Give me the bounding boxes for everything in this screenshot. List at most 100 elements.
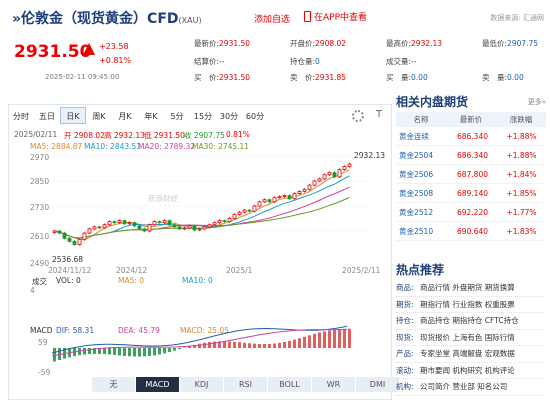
change-value: +23.58: [99, 42, 129, 51]
candle: [227, 218, 232, 223]
hot-category: 产品:: [396, 349, 414, 358]
more-link[interactable]: 更多»: [528, 92, 546, 112]
quote-field-label: 卖 量:: [482, 73, 508, 82]
candle: [327, 172, 332, 176]
hot-category: 滚动:: [396, 365, 414, 375]
macd-bar: [143, 348, 146, 357]
futures-row[interactable]: 黄金2506 687.800 +1.84%: [396, 165, 546, 184]
candle: [87, 228, 92, 234]
tab-indicator[interactable]: BOLL: [268, 377, 312, 392]
candle: [207, 224, 212, 228]
candle: [197, 228, 202, 231]
tab-indicator[interactable]: DMI: [356, 377, 400, 392]
macd-bar: [268, 343, 271, 348]
candle: [97, 226, 102, 229]
up-arrow-icon: [83, 43, 95, 55]
candle: [52, 230, 57, 234]
candle: [192, 225, 197, 231]
futures-row[interactable]: 黄金连续 686.340 +1.88%: [396, 127, 546, 146]
tab-period[interactable]: 五日: [34, 107, 60, 124]
tab-indicator[interactable]: MACD: [136, 377, 180, 392]
candle: [302, 188, 307, 192]
candle: [272, 197, 277, 203]
candle: [252, 205, 257, 212]
tab-period[interactable]: 60分: [242, 107, 268, 124]
futures-row[interactable]: 黄金2512 692.220 +1.77%: [396, 203, 546, 222]
macd-bar: [53, 348, 56, 362]
tab-indicator[interactable]: RSI: [224, 377, 268, 392]
candle: [137, 225, 142, 230]
hot-links[interactable]: 商品持仓 期指持仓 CFTC持仓: [420, 313, 519, 329]
quote-field-label: 最高价:: [386, 39, 412, 48]
quote-field: 开盘价:2908.02: [290, 38, 346, 49]
macd-bar: [278, 342, 281, 348]
add-watchlist-link[interactable]: 添加自选: [254, 12, 290, 25]
dea-line: [51, 329, 348, 357]
candle: [132, 222, 137, 227]
macd-bar: [163, 348, 166, 354]
candle: [107, 221, 112, 226]
change-percent: +0.81%: [99, 56, 132, 65]
futures-row[interactable]: 黄金2508 689.140 +1.85%: [396, 184, 546, 203]
text-size-icon[interactable]: T: [376, 109, 382, 120]
futures-name[interactable]: 黄金2512: [396, 203, 448, 221]
futures-name[interactable]: 黄金2508: [396, 184, 448, 202]
quote-field-value: 2931.85: [315, 73, 347, 82]
quote-field-value: 2932.13: [411, 39, 443, 48]
tab-period[interactable]: 年K: [138, 107, 164, 124]
hot-links[interactable]: 专家坐堂 高端解盘 宏观数据: [420, 346, 515, 362]
futures-name[interactable]: 黄金2504: [396, 146, 448, 164]
tab-indicator[interactable]: WR: [312, 377, 356, 392]
info-pct: 0.81%: [226, 130, 250, 139]
futures-name[interactable]: 黄金2510: [396, 222, 448, 240]
candle: [92, 226, 97, 230]
tab-period[interactable]: 日K: [60, 107, 86, 124]
quote-field: 持仓量:0: [290, 56, 320, 67]
futures-row[interactable]: 黄金2504 686.340 +1.88%: [396, 146, 546, 165]
tab-period[interactable]: 15分: [190, 107, 216, 124]
hot-links[interactable]: 期指行情 行业指数 权重股票: [420, 297, 515, 313]
futures-name[interactable]: 黄金2506: [396, 165, 448, 183]
tab-indicator[interactable]: 无: [92, 377, 136, 392]
futures-price: 687.800: [456, 170, 488, 179]
hot-links[interactable]: 公司简介 营业部 知名公司: [420, 379, 507, 395]
futures-price: 690.640: [456, 227, 488, 236]
hot-row: 商品: 商品行情 外盘期货 期货换算: [396, 280, 546, 297]
futures-price: 689.140: [456, 189, 488, 198]
candle: [282, 195, 287, 198]
futures-name[interactable]: 黄金连续: [396, 127, 448, 145]
hot-category: 现货:: [396, 332, 414, 342]
candle: [312, 180, 317, 186]
tab-period[interactable]: 月K: [112, 107, 138, 124]
indicator-tabs: 无 MACD KDJ RSI BOLL WR DMI: [92, 377, 400, 392]
open-app-link[interactable]: 在APP中查看: [304, 10, 367, 23]
hot-links[interactable]: 期市要闻 机构研究 机构评论: [420, 363, 515, 379]
candle: [57, 230, 62, 234]
quote-field-label: 持仓量:: [290, 57, 316, 66]
tab-period[interactable]: 分时: [8, 107, 34, 124]
tab-indicator[interactable]: KDJ: [180, 377, 224, 392]
macd-bar: [343, 328, 346, 348]
hot-recommend-panel: 热点推荐 商品: 商品行情 外盘期货 期货换算 期货: 期指行情 行业指数 权重股票持…: [396, 260, 546, 396]
tab-period[interactable]: 30分: [216, 107, 242, 124]
hot-links[interactable]: 商品行情 外盘期货 期货换算: [420, 280, 515, 296]
tab-period[interactable]: 周K: [86, 107, 112, 124]
hot-row: 滚动: 期市要闻 机构研究 机构评论: [396, 363, 546, 379]
futures-row[interactable]: 黄金2510 690.640 +1.83%: [396, 222, 546, 241]
candle: [182, 227, 187, 230]
candle: [72, 241, 77, 245]
quote-field: 结算价:--: [194, 56, 224, 67]
hot-links[interactable]: 现货报价 上海有色 国际行情: [420, 330, 515, 346]
candle: [142, 228, 147, 232]
macd-bar: [273, 343, 276, 348]
quote-field: 卖 价:2931.85: [290, 72, 346, 83]
macd-bar: [208, 342, 211, 348]
candle: [292, 193, 297, 200]
quote-field: 成交量:--: [386, 56, 416, 67]
hot-row: 持仓: 商品持仓 期指持仓 CFTC持仓: [396, 313, 546, 330]
tab-period[interactable]: 5分: [164, 107, 190, 124]
gear-icon[interactable]: [352, 110, 364, 122]
candle: [307, 184, 312, 190]
macd-bar: [298, 338, 301, 348]
macd-bar: [173, 348, 176, 351]
